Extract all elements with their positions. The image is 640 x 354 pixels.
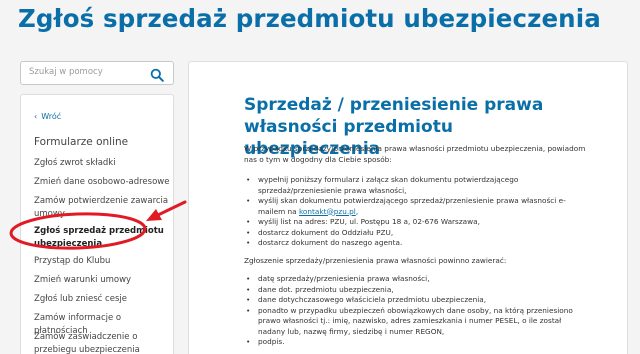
list-item: dane dotychczasowego właściciela przedmi… [244,295,584,306]
sidebar-item-zmien-dane[interactable]: Zmień dane osobowo-adresowe [34,176,172,189]
list-item: wypełnij poniższy formularz i załącz ska… [244,175,584,196]
sidebar-section-title: Formularze online [34,136,129,148]
sidebar-item-sprzedaz-przedmiotu[interactable]: Zgłoś sprzedaż przedmiotu ubezpieczenia [34,225,172,251]
sidebar-item-zaswiadczenie-przebiegu[interactable]: Zamów zaświadczenie o przebiegu ubezpiec… [34,331,172,354]
sidebar-item-cesje[interactable]: Zgłoś lub zniesć cesje [34,293,172,306]
list-item: dostarcz dokument do naszego agenta. [244,238,584,249]
back-label: Wróć [41,112,62,121]
sidebar-item-zmien-warunki[interactable]: Zmień warunki umowy [34,274,172,287]
list-item: wyślij list na adres: PZU, ul. Postępu 1… [244,217,584,228]
list-item: ponadto w przypadku ubezpieczeń obowiązk… [244,306,584,338]
search-icon[interactable] [150,67,164,82]
requirements-intro: Zgłoszenie sprzedaży/przeniesienia prawa… [244,256,507,265]
main-content: Sprzedaż / przeniesienie prawa własności… [188,61,628,354]
search-placeholder: Szukaj w pomocy [29,67,103,77]
sidebar-nav: ‹ Wróć Formularze online Zgłoś zwrot skła… [20,94,174,354]
email-link[interactable]: kontakt@pzu.pl [299,207,356,216]
sidebar-item-zwrot-skladki[interactable]: Zgłoś zwrot składki [34,157,172,170]
sidebar-item-przystap-do-klubu[interactable]: Przystąp do Klubu [34,255,172,268]
back-link[interactable]: ‹ Wróć [34,112,61,121]
page-title: Zgłoś sprzedaż przedmiotu ubezpieczenia [18,4,601,33]
chevron-left-icon: ‹ [34,112,38,121]
sidebar-item-potwierdzenie-umowy[interactable]: Zamów potwierdzenie zawarcia umowy [34,195,172,221]
list-item: dostarcz dokument do Oddziału PZU, [244,228,584,239]
list-item: datę sprzedaży/przeniesienia prawa własn… [244,274,584,285]
intro-paragraph: W przypadku sprzedaży/przeniesienia praw… [244,144,586,164]
list-item: wyślij skan dokumentu potwierdzającego s… [244,196,584,217]
list-item: dane dot. przedmiotu ubezpieczenia, [244,285,584,296]
requirements-list: datę sprzedaży/przeniesienia prawa własn… [244,274,584,348]
list-item: podpis. [244,337,584,348]
methods-list: wypełnij poniższy formularz i załącz ska… [244,175,584,249]
search-box[interactable]: Szukaj w pomocy [20,61,174,85]
